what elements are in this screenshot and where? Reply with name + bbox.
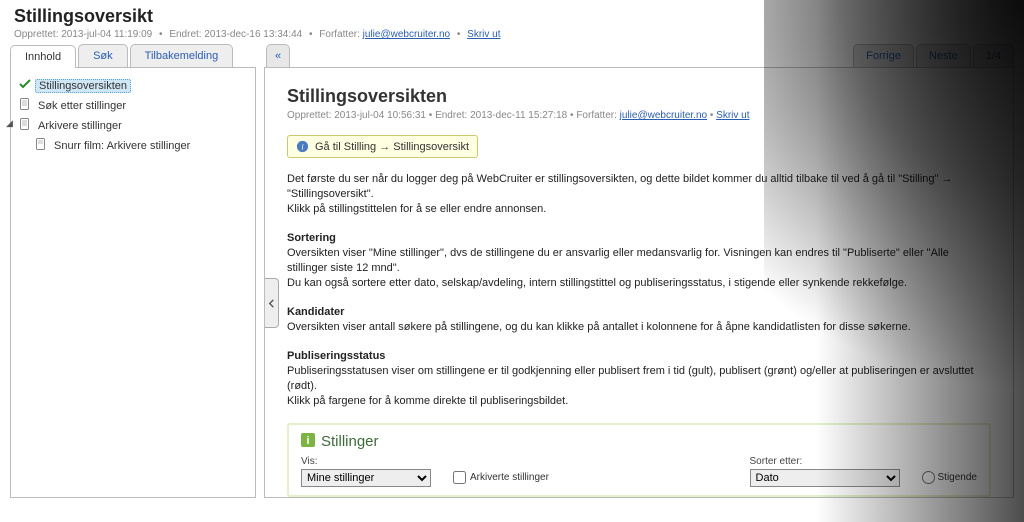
- article-author-link[interactable]: julie@webcruiter.no: [620, 110, 707, 121]
- tree-item-arkivere-stillinger[interactable]: Arkivere stillinger: [35, 120, 125, 132]
- document-icon: [19, 118, 31, 130]
- tree-item-sok-etter-stillinger[interactable]: Søk etter stillinger: [35, 100, 129, 112]
- check-icon: [19, 78, 31, 90]
- info-square-icon: i: [301, 433, 315, 450]
- paragraph-publiseringsstatus: PubliseringsstatusPubliseringsstatusen v…: [287, 349, 991, 409]
- callout-text: Gå til Stilling → Stillingsoversikt: [315, 141, 469, 153]
- tab-search[interactable]: Søk: [78, 44, 128, 67]
- tree-toggle-icon[interactable]: ◢: [5, 119, 14, 128]
- article-print-link[interactable]: Skriv ut: [716, 110, 749, 121]
- prev-button[interactable]: Forrige: [853, 44, 914, 67]
- tab-content[interactable]: Innhold: [10, 45, 76, 68]
- document-icon: [35, 138, 47, 150]
- info-callout: i Gå til Stilling → Stillingsoversikt: [287, 135, 478, 158]
- article-title: Stillingsoversikten: [287, 86, 991, 107]
- document-icon: [19, 98, 31, 110]
- tree-item-stillingsoversikten[interactable]: Stillingsoversikten: [35, 79, 131, 93]
- tab-feedback[interactable]: Tilbakemelding: [130, 44, 234, 67]
- print-link[interactable]: Skriv ut: [467, 29, 500, 40]
- sort-select[interactable]: Dato: [750, 469, 900, 487]
- page-meta: Opprettet: 2013-jul-04 11:19:09 • Endret…: [14, 29, 1010, 40]
- paragraph-intro: Det første du ser når du logger deg på W…: [287, 172, 991, 217]
- info-icon: i: [296, 140, 309, 153]
- tree-item-snurr-film[interactable]: Snurr film: Arkivere stillinger: [51, 140, 193, 152]
- show-select[interactable]: Mine stillinger: [301, 469, 431, 487]
- svg-text:i: i: [306, 435, 309, 447]
- show-label: Vis:: [301, 456, 431, 467]
- nav-tree: Stillingsoversikten Søk etter stillinger…: [17, 76, 249, 156]
- archived-checkbox[interactable]: Arkiverte stillinger: [453, 471, 549, 484]
- ascending-radio[interactable]: Stigende: [922, 471, 977, 484]
- nav-tabs: Innhold Søk Tilbakemelding: [10, 44, 256, 68]
- next-button[interactable]: Neste: [916, 44, 971, 67]
- paragraph-sortering: SorteringOversikten viser "Mine stilling…: [287, 231, 991, 291]
- stillinger-panel: i Stillinger Vis: Mine stillinger: [287, 423, 991, 497]
- collapse-handle[interactable]: [265, 278, 279, 328]
- page-indicator: 1/4: [973, 44, 1014, 67]
- paragraph-kandidater: KandidaterOversikten viser antall søkere…: [287, 305, 991, 335]
- caret-tab[interactable]: «: [266, 44, 290, 67]
- sort-label: Sorter etter:: [750, 456, 900, 467]
- page-title: Stillingsoversikt: [14, 6, 1010, 27]
- stillinger-title: Stillinger: [321, 433, 379, 450]
- author-link[interactable]: julie@webcruiter.no: [363, 29, 450, 40]
- article-meta: Opprettet: 2013-jul-04 10:56:31 • Endret…: [287, 110, 991, 121]
